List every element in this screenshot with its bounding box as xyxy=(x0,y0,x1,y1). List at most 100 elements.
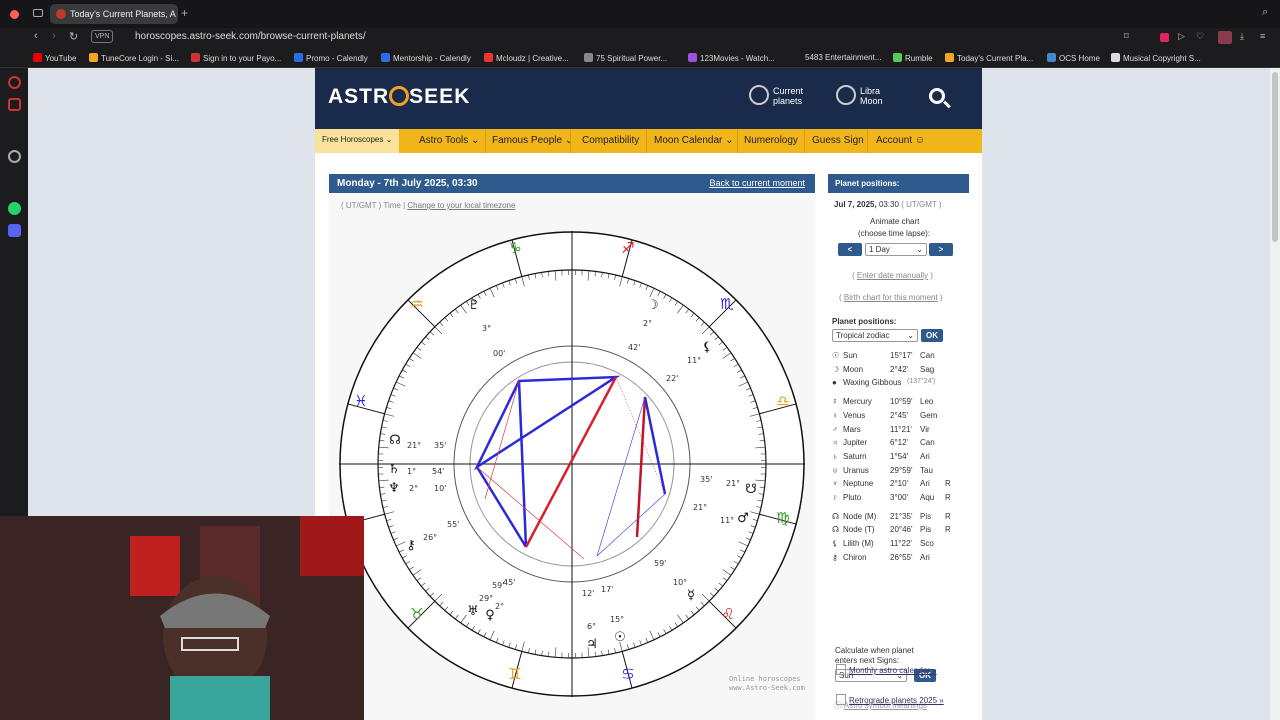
nav-account[interactable]: Account ☺ xyxy=(876,135,925,146)
nav-astro-tools[interactable]: Astro Tools ⌄ xyxy=(419,135,479,146)
planet-row: ⚸ Lilith (M) 11°22' Sco xyxy=(832,538,962,551)
jupiter-minute: 12' xyxy=(582,589,594,598)
bookmark-item[interactable]: TuneCore Login - Si... xyxy=(89,53,179,63)
monthly-calendar-row: Monthly astro calendar » xyxy=(836,664,937,675)
change-timezone-link[interactable]: Change to your local timezone xyxy=(407,201,515,210)
planet-glyph-icon: ♆ xyxy=(832,479,838,489)
planet-sign: Aqu xyxy=(920,493,935,502)
planet-deg: 1°54' xyxy=(890,451,909,461)
planet-sign: Sco xyxy=(920,539,934,549)
neptune-glyph-icon: ♆ xyxy=(388,481,400,496)
planet-row: ♅ Uranus 29°59' Tau xyxy=(832,465,962,478)
planet-name: Uranus xyxy=(843,465,869,475)
chart-credit: Online horoscopes www.Astro-Seek.com xyxy=(729,675,805,692)
pluto-degree: 3° xyxy=(482,324,491,333)
bookmark-item[interactable]: 75 Spiritual Power... xyxy=(584,53,667,63)
planet-glyph-icon: ● xyxy=(832,378,837,388)
astroseek-logo[interactable]: ASTR SEEK xyxy=(328,85,470,109)
bookmark-item[interactable]: YouTube xyxy=(33,53,76,63)
whatsapp-icon[interactable] xyxy=(8,202,21,215)
planet-deg: 11°22' xyxy=(890,539,912,549)
bookmark-icon[interactable]: ⌑ xyxy=(1124,31,1129,42)
previous-step-button[interactable]: < xyxy=(838,243,862,256)
menu-icon[interactable]: ≡ xyxy=(1260,31,1265,41)
bookmark-item[interactable]: Today's Current Pla... xyxy=(945,53,1033,63)
bookmark-item[interactable]: Mcloudz | Creative... xyxy=(484,53,569,63)
planet-glyph-icon: ♃ xyxy=(832,438,838,448)
chiron-degree: 26° xyxy=(423,533,437,542)
profile-avatar[interactable] xyxy=(1218,31,1232,44)
current-planets-button[interactable]: Current planets xyxy=(749,85,803,106)
nav-famous-people[interactable]: Famous People ⌄ xyxy=(492,135,573,146)
heart-icon[interactable]: ♡ xyxy=(1196,31,1204,42)
discord-icon[interactable] xyxy=(8,224,21,237)
back-icon[interactable]: ‹ xyxy=(34,30,38,42)
bookmark-item[interactable]: Mentorship - Calendly xyxy=(381,53,471,63)
nav-compatibility[interactable]: Compatibility xyxy=(582,135,639,146)
planet-row: ♆ Neptune 2°10' Ari R xyxy=(832,478,962,491)
pisces-glyph-icon: ♓ xyxy=(354,392,367,410)
birth-chart-link[interactable]: Birth chart for this moment xyxy=(844,293,938,302)
enter-date-manually-link[interactable]: Enter date manually xyxy=(857,271,928,280)
nav-guess-sign[interactable]: Guess Sign xyxy=(812,135,864,146)
download-icon[interactable]: ⤓ xyxy=(1240,31,1244,42)
planet-sign: Ari xyxy=(920,451,930,461)
sidebar-toggle-icon[interactable] xyxy=(33,9,43,17)
monthly-astro-calendar-link[interactable]: Monthly astro calendar xyxy=(849,666,930,675)
history-icon[interactable] xyxy=(8,76,21,89)
planet-sign: Can xyxy=(920,351,935,360)
nav-numerology[interactable]: Numerology xyxy=(744,135,798,146)
settings-icon[interactable] xyxy=(8,150,21,163)
leo-glyph-icon: ♌ xyxy=(721,605,734,623)
nav-free-horoscopes[interactable]: Free Horoscopes ⌄ xyxy=(315,129,400,153)
planet-icon xyxy=(749,85,769,105)
bookmark-item[interactable]: OCS Home xyxy=(1047,53,1100,63)
virgo-glyph-icon: ♍ xyxy=(776,509,789,527)
close-window-icon[interactable] xyxy=(10,10,19,19)
active-tab[interactable]: Today's Current Planets, A xyxy=(50,4,178,24)
time-lapse-select[interactable]: 1 Day ⌄ xyxy=(865,243,927,256)
planet-glyph-icon: ☊ xyxy=(832,525,840,535)
scrollbar-thumb[interactable] xyxy=(1272,72,1278,242)
search-icon[interactable] xyxy=(929,88,945,104)
retrograde-planets-link[interactable]: Retrograde planets 2025 xyxy=(849,696,937,705)
nav-moon-calendar[interactable]: Moon Calendar ⌄ xyxy=(654,135,734,146)
mars-degree: 21° xyxy=(693,503,707,512)
new-tab-icon[interactable]: + xyxy=(181,6,188,20)
url-input[interactable]: horoscopes.astro-seek.com/browse-current… xyxy=(135,31,366,42)
panel-date: Jul 7, 2025, 03:30 ( UT/GMT ) xyxy=(834,200,942,209)
positions-label: Planet positions: xyxy=(832,317,897,326)
bookmark-item[interactable]: Sign in to your Payo... xyxy=(191,53,281,63)
planet-row: ♄ Saturn 1°54' Ari xyxy=(832,451,962,464)
moon-degree: 2° xyxy=(643,319,652,328)
zodiac-ok-button[interactable]: OK xyxy=(921,329,943,342)
extension-icon[interactable] xyxy=(1160,33,1169,42)
planet-name: Neptune xyxy=(843,479,874,489)
vpn-badge[interactable]: VPN xyxy=(91,30,114,43)
planet-glyph-icon: ♂ xyxy=(832,424,838,434)
bookmark-item[interactable]: Promo - Calendly xyxy=(294,53,368,63)
main-nav: Free Horoscopes ⌄ Astro Tools ⌄ Famous P… xyxy=(315,129,982,153)
next-step-button[interactable]: > xyxy=(929,243,953,256)
planet-sign: Sag xyxy=(920,364,935,374)
bookmark-item[interactable]: Rumble xyxy=(893,53,933,63)
browser-tab-bar: Today's Current Planets, A + ⌕ xyxy=(0,0,1280,28)
search-tabs-icon[interactable]: ⌕ xyxy=(1262,6,1268,19)
planet-r: R xyxy=(945,525,951,535)
calendar-icon xyxy=(836,694,846,705)
page-scrollbar[interactable] xyxy=(1270,68,1280,720)
back-to-current-link[interactable]: Back to current moment xyxy=(709,178,805,188)
bookmark-item[interactable]: 123Movies - Watch... xyxy=(688,53,775,63)
planet-row: ♃ Jupiter 6°12' Can xyxy=(832,437,962,450)
reload-icon[interactable]: ↻ xyxy=(69,30,78,43)
planet-deg: 6°12' xyxy=(890,438,909,448)
zodiac-select[interactable]: Tropical zodiac ⌄ xyxy=(832,329,918,342)
bookmark-item[interactable]: 5483 Entertainment... xyxy=(805,53,882,62)
forward-icon[interactable]: › xyxy=(52,30,56,42)
bookmark-item[interactable]: Musical Copyright S... xyxy=(1111,53,1201,63)
wallet-icon[interactable] xyxy=(8,98,21,111)
play-icon[interactable]: ▷ xyxy=(1178,31,1185,42)
libra-moon-button[interactable]: Libra Moon xyxy=(836,85,883,106)
planet-sign: Vir xyxy=(920,424,930,434)
birth-chart-row: ( Birth chart for this moment ) xyxy=(839,293,943,302)
